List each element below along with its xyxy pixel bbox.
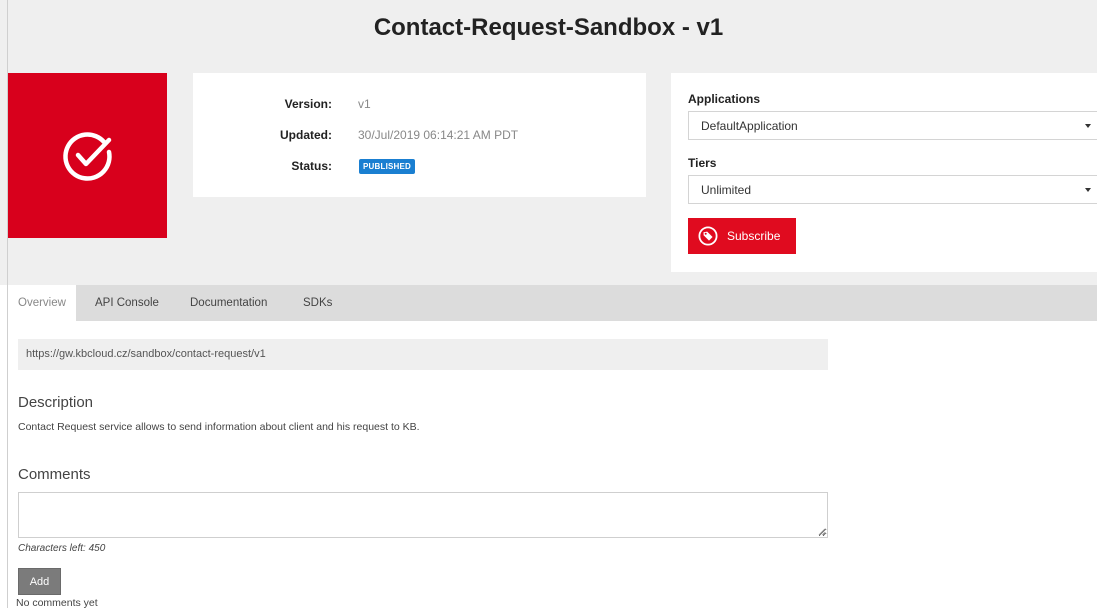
endpoint-url: https://gw.kbcloud.cz/sandbox/contact-re…: [18, 339, 828, 370]
status-label: Status:: [291, 159, 332, 173]
description-heading: Description: [18, 394, 94, 411]
tab-api-console[interactable]: API Console: [95, 285, 159, 321]
tab-documentation[interactable]: Documentation: [190, 285, 267, 321]
api-info-card: Version: v1 Updated: 30/Jul/2019 06:14:2…: [193, 73, 646, 197]
characters-left: Characters left: 450: [18, 543, 106, 554]
version-row: Version: v1: [193, 97, 646, 117]
caret-down-icon: [1085, 124, 1091, 128]
tab-sdks[interactable]: SDKs: [303, 285, 332, 321]
applications-label: Applications: [688, 92, 761, 106]
description-text: Contact Request service allows to send i…: [18, 421, 420, 433]
page-title: Contact-Request-Sandbox - v1: [373, 14, 724, 41]
tiers-label: Tiers: [688, 156, 717, 170]
subscription-panel: Applications DefaultApplication Tiers Un…: [671, 73, 1097, 272]
tiers-select[interactable]: Unlimited: [688, 175, 1097, 204]
status-row: Status: PUBLISHED: [193, 159, 646, 179]
applications-select[interactable]: DefaultApplication: [688, 111, 1097, 140]
checkmark-circle-icon: [62, 131, 112, 181]
updated-row: Updated: 30/Jul/2019 06:14:21 AM PDT: [193, 128, 646, 148]
tab-overview[interactable]: Overview: [8, 285, 76, 321]
no-comments-text: No comments yet: [16, 597, 98, 608]
version-value: v1: [358, 97, 371, 111]
version-label: Version:: [284, 97, 332, 111]
applications-selected-value: DefaultApplication: [701, 119, 798, 133]
api-tabs: Overview API Console Documentation SDKs: [8, 285, 1097, 321]
add-comment-button[interactable]: Add: [18, 568, 61, 595]
updated-label: Updated:: [280, 128, 332, 142]
subscribe-label: Subscribe: [727, 229, 781, 243]
caret-down-icon: [1085, 188, 1091, 192]
comment-input[interactable]: [18, 492, 828, 538]
subscribe-button[interactable]: Subscribe: [688, 218, 796, 254]
updated-value: 30/Jul/2019 06:14:21 AM PDT: [358, 128, 519, 142]
tag-icon: [698, 226, 718, 246]
status-badge: PUBLISHED: [359, 159, 416, 174]
tiers-selected-value: Unlimited: [701, 183, 752, 197]
resize-grip-icon[interactable]: [818, 528, 826, 536]
api-logo: [8, 73, 167, 238]
comments-heading: Comments: [18, 466, 91, 483]
